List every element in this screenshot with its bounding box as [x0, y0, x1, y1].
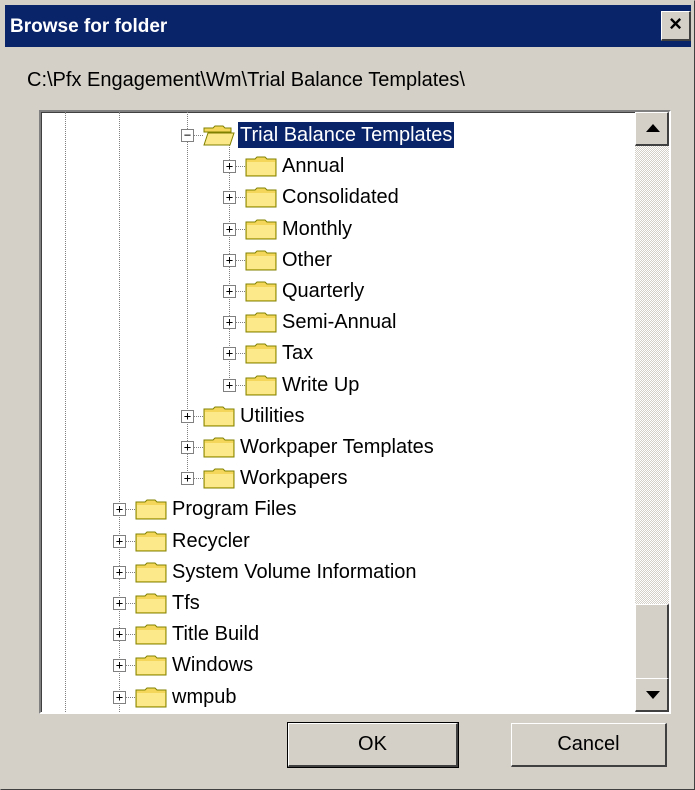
expand-icon[interactable]: + — [223, 285, 236, 298]
expand-icon[interactable]: + — [223, 191, 236, 205]
tree-node-label[interactable]: Workpaper Templates — [238, 434, 436, 460]
tree-node-label[interactable]: wmpub — [170, 684, 238, 710]
folder-icon — [245, 249, 277, 271]
folder-icon — [135, 654, 167, 676]
folder-icon — [245, 374, 277, 396]
folder-icon — [245, 280, 277, 302]
tree-node-label[interactable]: Tfs — [170, 590, 202, 616]
tree-node[interactable]: + Write Up — [41, 372, 635, 400]
tree-node[interactable]: + Workpaper Templates — [41, 434, 635, 462]
tree-node[interactable]: + Annual — [41, 153, 635, 181]
expand-icon[interactable]: + — [113, 659, 126, 673]
cancel-button[interactable]: Cancel — [511, 723, 667, 767]
tree-node[interactable]: + Quarterly — [41, 278, 635, 306]
tree-node[interactable]: + Semi-Annual — [41, 309, 635, 337]
ok-button[interactable]: OK — [287, 722, 459, 768]
arrow-down-icon — [646, 691, 660, 699]
folder-icon — [135, 686, 167, 708]
folder-icon — [245, 311, 277, 333]
folder-tree-viewport: − Trial Balance Templates + Annual + Consolid… — [41, 112, 635, 712]
tree-node[interactable]: + Tfs — [41, 590, 635, 618]
expand-icon[interactable]: + — [113, 628, 126, 642]
tree-node[interactable]: + System Volume Information — [41, 559, 635, 587]
folder-icon — [135, 592, 167, 614]
scroll-down-button[interactable] — [635, 678, 669, 712]
expand-icon[interactable]: + — [181, 472, 194, 486]
tree-node[interactable]: + Windows — [41, 652, 635, 680]
tree-node[interactable]: + Title Build — [41, 621, 635, 649]
expand-icon[interactable]: + — [223, 378, 236, 392]
tree-node-label[interactable]: Trial Balance Templates — [236, 121, 456, 149]
expand-icon[interactable]: + — [223, 316, 236, 330]
arrow-up-icon — [646, 124, 660, 132]
folder-icon — [135, 498, 167, 520]
folder-icon — [203, 436, 235, 458]
expand-icon[interactable]: + — [113, 503, 126, 517]
tree-node[interactable]: + Consolidated — [41, 184, 635, 212]
folder-icon — [135, 530, 167, 552]
tree-node-label[interactable]: Monthly — [280, 216, 354, 242]
folder-icon — [245, 218, 277, 240]
tree-node-label[interactable]: Utilities — [238, 403, 306, 429]
tree-node-label[interactable]: Write Up — [280, 372, 361, 398]
tree-node-label[interactable]: Other — [280, 247, 334, 273]
expand-icon[interactable]: + — [223, 222, 236, 236]
scroll-up-button[interactable] — [635, 112, 669, 146]
collapse-icon[interactable]: − — [181, 129, 194, 142]
tree-node-label[interactable]: Quarterly — [280, 278, 366, 304]
tree-node[interactable]: + Other — [41, 247, 635, 275]
expand-icon[interactable]: + — [113, 690, 126, 704]
expand-icon[interactable]: + — [113, 597, 126, 610]
expand-icon[interactable]: + — [223, 253, 236, 267]
browse-for-folder-dialog: Browse for folder × C:\Pfx Engagement\Wm… — [0, 0, 695, 790]
tree-node-label[interactable]: Semi-Annual — [280, 309, 399, 335]
tree-node-label[interactable]: Windows — [170, 652, 255, 678]
window-title: Browse for folder — [10, 16, 168, 37]
folder-icon — [203, 467, 235, 489]
open-folder-icon — [203, 124, 235, 146]
tree-node[interactable]: + Recycler — [41, 528, 635, 556]
expand-icon[interactable]: + — [181, 409, 194, 423]
expand-icon[interactable]: + — [223, 160, 236, 174]
tree-node-label[interactable]: Consolidated — [280, 184, 401, 210]
expand-icon[interactable]: + — [113, 565, 126, 579]
tree-node[interactable]: + Program Files — [41, 496, 635, 524]
tree-node-label[interactable]: Tax — [280, 340, 315, 366]
tree-node-label[interactable]: Recycler — [170, 528, 252, 554]
folder-icon — [245, 155, 277, 177]
folder-icon — [135, 561, 167, 583]
expand-icon[interactable]: + — [223, 347, 236, 361]
folder-icon — [135, 623, 167, 645]
tree-node[interactable]: + Tax — [41, 340, 635, 368]
vertical-scrollbar[interactable] — [635, 112, 669, 712]
tree-node[interactable]: + Utilities — [41, 403, 635, 431]
tree-node[interactable]: − Trial Balance Templates — [41, 121, 635, 150]
current-path: C:\Pfx Engagement\Wm\Trial Balance Templ… — [27, 69, 465, 91]
tree-node[interactable]: + Workpapers — [41, 465, 635, 493]
expand-icon[interactable]: + — [113, 534, 126, 548]
tree-node[interactable]: + Monthly — [41, 216, 635, 244]
tree-node-label[interactable]: Workpapers — [238, 465, 349, 491]
title-bar[interactable]: Browse for folder × — [5, 5, 691, 47]
tree-node-label[interactable]: Title Build — [170, 621, 261, 647]
close-button[interactable]: × — [661, 11, 691, 41]
expand-icon[interactable]: + — [181, 441, 194, 454]
tree-node-label[interactable]: Program Files — [170, 496, 298, 522]
folder-tree[interactable]: − Trial Balance Templates + Annual + Consolid… — [39, 110, 671, 714]
tree-node-label[interactable]: Annual — [280, 153, 346, 179]
folder-icon — [245, 186, 277, 208]
tree-node-label[interactable]: System Volume Information — [170, 559, 419, 585]
folder-icon — [245, 342, 277, 364]
folder-icon — [203, 405, 235, 427]
tree-node[interactable]: + wmpub — [41, 684, 635, 712]
